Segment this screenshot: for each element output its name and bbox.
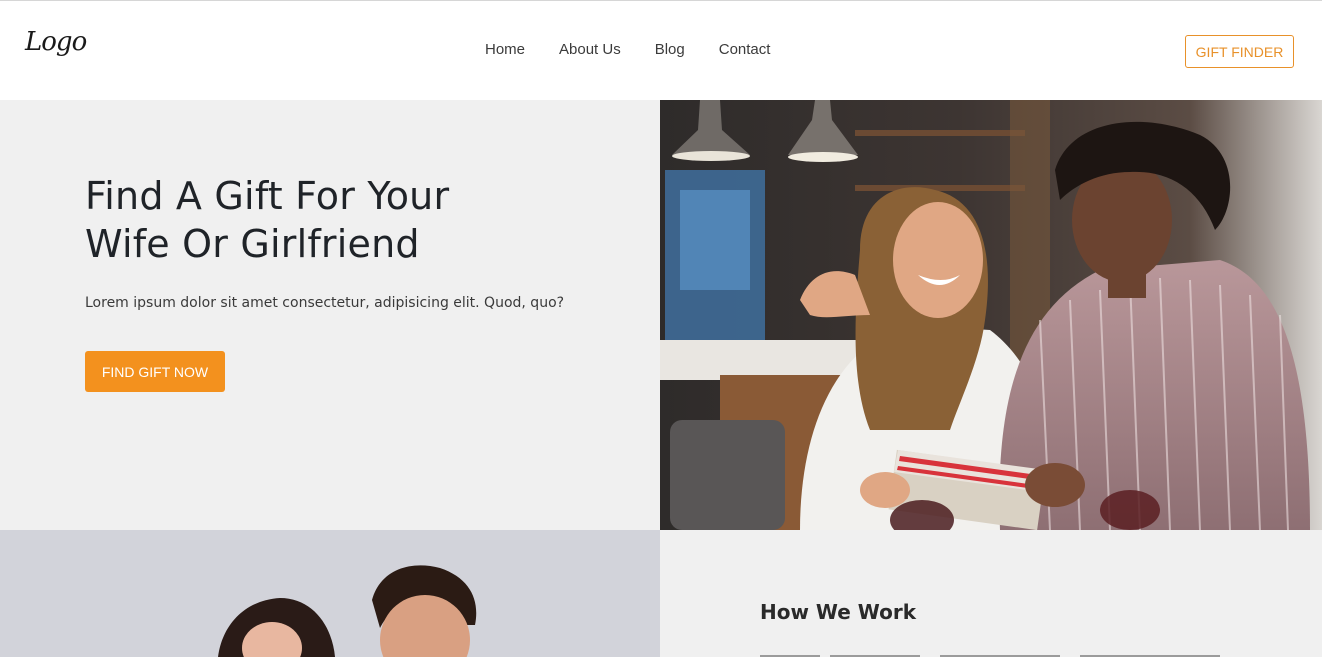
logo[interactable]: Logo bbox=[25, 27, 87, 57]
site-header: Logo Home About Us Blog Contact GIFT FIN… bbox=[0, 0, 1322, 100]
nav-home[interactable]: Home bbox=[485, 41, 525, 58]
hero-description: Lorem ipsum dolor sit amet consectetur, … bbox=[85, 295, 565, 311]
nav-blog[interactable]: Blog bbox=[655, 41, 685, 58]
secondary-couple-photo bbox=[0, 530, 660, 657]
hero-title-line-2: Wife Or Girlfriend bbox=[85, 222, 420, 266]
hero-title: Find A Gift For Your Wife Or Girlfriend bbox=[85, 172, 525, 268]
hero-section: Find A Gift For Your Wife Or Girlfriend … bbox=[0, 100, 660, 530]
nav-contact[interactable]: Contact bbox=[719, 41, 771, 58]
nav-about-us[interactable]: About Us bbox=[559, 41, 621, 58]
partial-text-line bbox=[760, 655, 1220, 657]
hero-couple-photo bbox=[660, 100, 1322, 530]
hero-photo-illustration bbox=[660, 100, 1322, 530]
hero-title-line-1: Find A Gift For Your bbox=[85, 174, 450, 218]
how-we-work-title: How We Work bbox=[760, 600, 917, 624]
how-we-work-section: How We Work bbox=[660, 530, 1322, 657]
secondary-photo-illustration bbox=[0, 530, 660, 657]
gift-finder-button[interactable]: GIFT FINDER bbox=[1185, 35, 1294, 68]
main-nav: Home About Us Blog Contact bbox=[485, 41, 804, 58]
find-gift-now-button[interactable]: FIND GIFT NOW bbox=[85, 351, 225, 392]
